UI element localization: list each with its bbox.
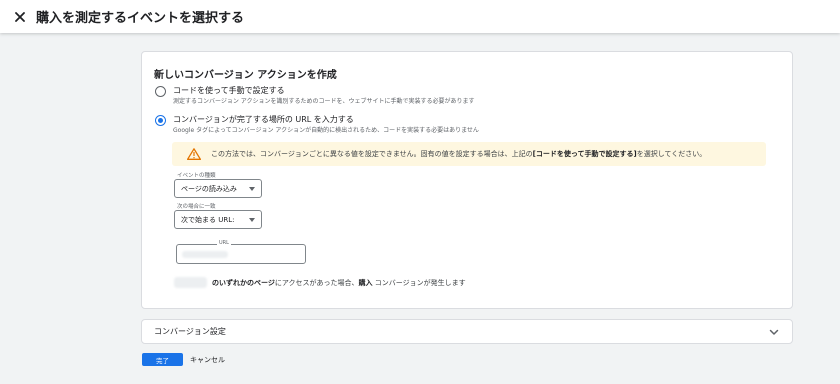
chevron-down-icon bbox=[769, 329, 779, 335]
warning-text: この方法では、コンバージョンごとに異なる値を設定できません。固有の値を設定する場… bbox=[211, 150, 707, 158]
event-type-label: イベントの種類 bbox=[177, 173, 216, 179]
top-app-bar: 購入を測定するイベントを選択する bbox=[0, 0, 840, 33]
enter-url-description: Google タグによってコンバージョン アクションが自動的に検出されるため、コ… bbox=[173, 127, 479, 134]
match-type-label: 次の場合に一致 bbox=[177, 204, 216, 210]
warning-icon bbox=[187, 148, 201, 160]
dropdown-arrow-icon bbox=[249, 218, 255, 222]
card-title: 新しいコンバージョン アクションを作成 bbox=[154, 70, 337, 81]
warning-banner: この方法では、コンバージョンごとに異なる値を設定できません。固有の値を設定する場… bbox=[172, 142, 766, 166]
enter-url-label: コンバージョンが完了する場所の URL を入力する bbox=[173, 115, 354, 124]
event-type-value: ページの読み込み bbox=[181, 184, 237, 193]
redacted-url-value bbox=[182, 251, 228, 258]
url-field-label: URL bbox=[217, 240, 231, 246]
option-manual-setup[interactable]: コードを使って手動で設定する 測定するコンバージョン アクションを識別するための… bbox=[155, 85, 475, 106]
cancel-button[interactable]: キャンセル bbox=[190, 353, 225, 366]
url-input[interactable]: URL bbox=[176, 240, 306, 264]
page-title: 購入を測定するイベントを選択する bbox=[36, 11, 245, 26]
manual-setup-description: 測定するコンバージョン アクションを識別するためのコードを、ウェブサイトに手動で… bbox=[173, 98, 475, 105]
result-text: のいずれかのページにアクセスがあった場合、購入 コンバージョンが発生します bbox=[212, 278, 466, 287]
manual-setup-radio[interactable] bbox=[155, 86, 166, 97]
create-conversion-card: 新しいコンバージョン アクションを作成 コードを使って手動で設定する 測定するコ… bbox=[141, 51, 793, 309]
match-type-value: 次で始まる URL: bbox=[181, 215, 235, 224]
option-enter-url[interactable]: コンバージョンが完了する場所の URL を入力する Google タグによってコ… bbox=[155, 114, 479, 135]
enter-url-radio[interactable] bbox=[155, 115, 166, 126]
event-type-select[interactable]: ページの読み込み bbox=[174, 179, 262, 198]
result-message: のいずれかのページにアクセスがあった場合、購入 コンバージョンが発生します bbox=[174, 277, 466, 288]
dropdown-arrow-icon bbox=[249, 187, 255, 191]
close-icon bbox=[15, 11, 25, 22]
redacted-url bbox=[174, 277, 207, 288]
manual-setup-label: コードを使って手動で設定する bbox=[173, 86, 285, 95]
done-button[interactable]: 完了 bbox=[142, 353, 183, 366]
match-type-select[interactable]: 次で始まる URL: bbox=[174, 210, 262, 229]
close-button[interactable] bbox=[10, 7, 30, 27]
conversion-settings-accordion[interactable]: コンバージョン設定 bbox=[141, 319, 793, 344]
conversion-settings-title: コンバージョン設定 bbox=[154, 327, 226, 336]
